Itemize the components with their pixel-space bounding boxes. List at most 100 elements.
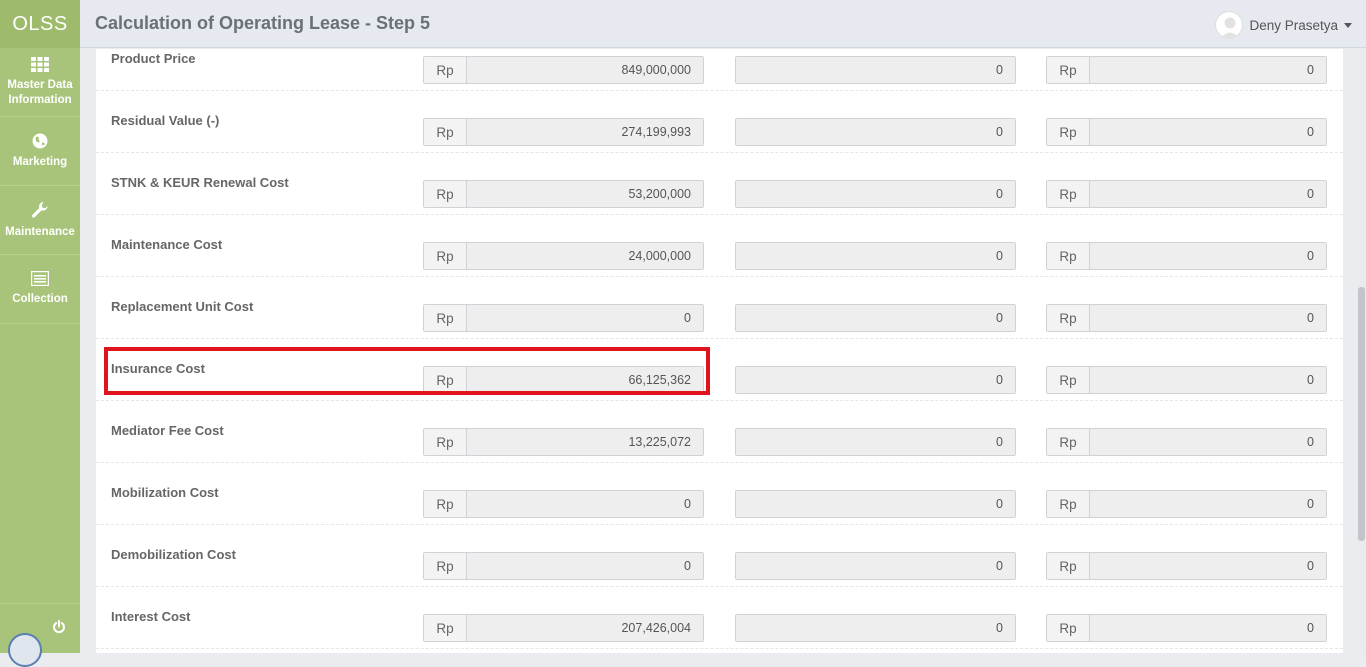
currency-addon: Rp [424, 119, 467, 145]
cost-row: Product Price Rp Rp [96, 49, 1343, 91]
amount-field[interactable] [1090, 181, 1326, 207]
amount-input-group [735, 56, 1016, 84]
scrollbar-thumb[interactable] [1358, 287, 1365, 541]
user-name: Deny Prasetya [1249, 17, 1338, 33]
cost-row: STNK & KEUR Renewal Cost Rp Rp [96, 153, 1343, 215]
amount-field[interactable] [736, 615, 1015, 641]
amount-field[interactable] [736, 181, 1015, 207]
scrollbar[interactable] [1357, 49, 1366, 653]
currency-addon: Rp [1047, 243, 1090, 269]
cost-row-label: Demobilization Cost [111, 547, 236, 562]
cost-row: Maintenance Cost Rp Rp [96, 215, 1343, 277]
currency-input-group: Rp [1046, 118, 1327, 146]
amount-input-group [735, 180, 1016, 208]
amount-field[interactable] [1090, 119, 1326, 145]
sidebar-item-collection[interactable]: Collection [0, 255, 80, 324]
avatar[interactable] [8, 633, 42, 667]
top-header: Calculation of Operating Lease - Step 5 … [80, 0, 1366, 48]
sidebar-item-label: Maintenance [5, 225, 75, 238]
currency-addon: Rp [1047, 553, 1090, 579]
cost-row-label: Maintenance Cost [111, 237, 223, 252]
amount-field[interactable] [467, 367, 703, 393]
amount-field[interactable] [736, 243, 1015, 269]
amount-field[interactable] [467, 491, 703, 517]
amount-field[interactable] [1090, 57, 1326, 83]
currency-addon: Rp [424, 181, 467, 207]
sidebar-item-master-data[interactable]: Master Data Information [0, 48, 80, 117]
amount-field[interactable] [1090, 615, 1326, 641]
sidebar-item-label: Master Data Information [7, 78, 73, 106]
amount-field[interactable] [467, 429, 703, 455]
sidebar-item-maintenance[interactable]: Maintenance [0, 186, 80, 255]
sidebar-footer [0, 603, 80, 667]
user-menu[interactable]: Deny Prasetya [1215, 11, 1352, 39]
sidebar-item-marketing[interactable]: Marketing [0, 117, 80, 186]
amount-field[interactable] [1090, 429, 1326, 455]
amount-field[interactable] [467, 119, 703, 145]
currency-addon: Rp [424, 429, 467, 455]
amount-input-group [735, 304, 1016, 332]
currency-input-group: Rp [423, 552, 704, 580]
amount-field[interactable] [736, 57, 1015, 83]
currency-input-group: Rp [423, 428, 704, 456]
cost-row: Replacement Unit Cost Rp Rp [96, 277, 1343, 339]
amount-field[interactable] [736, 119, 1015, 145]
sidebar: OLSS Master Data Information Marketing M… [0, 0, 80, 667]
cost-row: Insurance Cost Rp Rp [96, 339, 1343, 401]
cost-rows: Product PriceRpRpResidual Value (-)RpRpS… [96, 49, 1343, 649]
cost-row: Residual Value (-) Rp Rp [96, 91, 1343, 153]
amount-input-group [735, 490, 1016, 518]
currency-addon: Rp [424, 553, 467, 579]
amount-field[interactable] [467, 57, 703, 83]
amount-field[interactable] [467, 615, 703, 641]
cost-row: Interest Cost Rp Rp [96, 587, 1343, 649]
amount-field[interactable] [1090, 367, 1326, 393]
cost-row-label: Replacement Unit Cost [111, 299, 254, 314]
currency-addon: Rp [424, 615, 467, 641]
currency-input-group: Rp [423, 366, 704, 394]
cost-row-label: Residual Value (-) [111, 113, 220, 128]
globe-icon [32, 133, 48, 149]
currency-input-group: Rp [423, 180, 704, 208]
amount-field[interactable] [736, 553, 1015, 579]
power-icon[interactable] [52, 620, 66, 634]
amount-field[interactable] [467, 243, 703, 269]
currency-input-group: Rp [423, 118, 704, 146]
app-logo[interactable]: OLSS [0, 0, 80, 48]
currency-addon: Rp [424, 491, 467, 517]
currency-addon: Rp [424, 57, 467, 83]
amount-field[interactable] [736, 491, 1015, 517]
cost-row-label: Insurance Cost [111, 361, 205, 376]
amount-input-group [735, 118, 1016, 146]
amount-field[interactable] [1090, 491, 1326, 517]
amount-field[interactable] [467, 553, 703, 579]
currency-input-group: Rp [423, 242, 704, 270]
amount-field[interactable] [736, 429, 1015, 455]
currency-input-group: Rp [423, 304, 704, 332]
currency-addon: Rp [1047, 305, 1090, 331]
amount-field[interactable] [467, 181, 703, 207]
amount-field[interactable] [736, 305, 1015, 331]
currency-input-group: Rp [1046, 180, 1327, 208]
amount-field[interactable] [467, 305, 703, 331]
sidebar-item-label: Marketing [12, 155, 68, 168]
wrench-icon [31, 201, 49, 219]
cost-row-label: STNK & KEUR Renewal Cost [111, 175, 289, 190]
currency-addon: Rp [424, 243, 467, 269]
amount-field[interactable] [1090, 305, 1326, 331]
page-title: Calculation of Operating Lease - Step 5 [95, 13, 431, 33]
currency-input-group: Rp [1046, 614, 1327, 642]
currency-input-group: Rp [1046, 490, 1327, 518]
cost-row-label: Product Price [111, 51, 196, 66]
currency-addon: Rp [1047, 429, 1090, 455]
currency-input-group: Rp [423, 614, 704, 642]
amount-field[interactable] [736, 367, 1015, 393]
amount-field[interactable] [1090, 553, 1326, 579]
cost-row: Mediator Fee Cost Rp Rp [96, 401, 1343, 463]
amount-field[interactable] [1090, 243, 1326, 269]
currency-addon: Rp [424, 367, 467, 393]
list-icon [31, 271, 49, 286]
cost-row: Mobilization Cost Rp Rp [96, 463, 1343, 525]
currency-input-group: Rp [423, 56, 704, 84]
amount-input-group [735, 366, 1016, 394]
